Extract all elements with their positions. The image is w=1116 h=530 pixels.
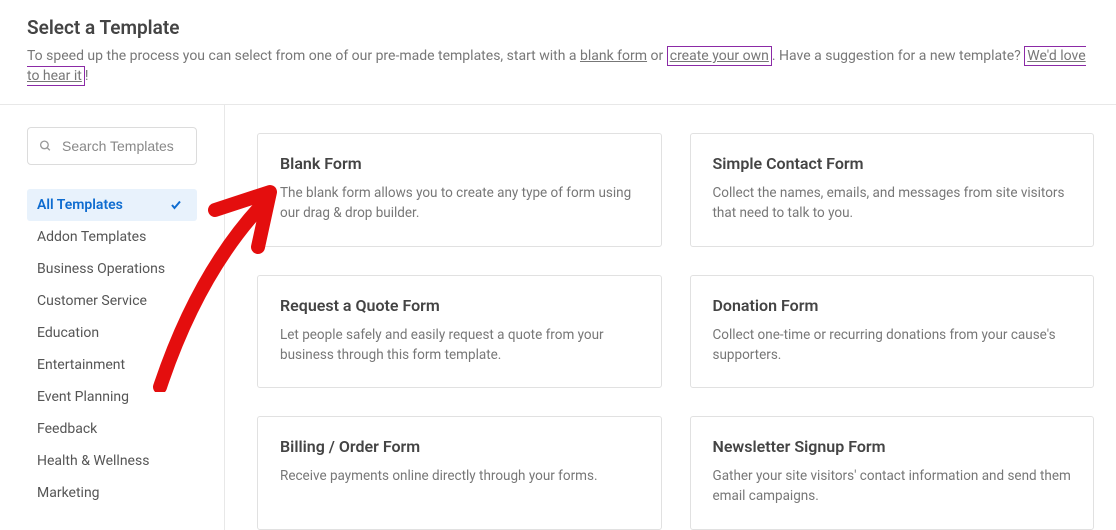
category-feedback[interactable]: Feedback <box>27 413 197 445</box>
category-label: Education <box>37 325 99 341</box>
category-health-wellness[interactable]: Health & Wellness <box>27 445 197 477</box>
template-card-simple-contact[interactable]: Simple Contact Form Collect the names, e… <box>690 133 1095 247</box>
card-desc: Gather your site visitors' contact infor… <box>713 466 1072 507</box>
templates-content: Blank Form The blank form allows you to … <box>225 105 1116 530</box>
category-label: Marketing <box>37 485 100 501</box>
category-label: Business Operations <box>37 261 165 277</box>
main-area: All Templates Addon Templates Business O… <box>0 105 1116 530</box>
category-label: Entertainment <box>37 357 125 373</box>
category-label: Customer Service <box>37 293 147 309</box>
card-desc: Receive payments online directly through… <box>280 466 639 486</box>
card-title: Newsletter Signup Form <box>713 437 1072 456</box>
category-addon-templates[interactable]: Addon Templates <box>27 221 197 253</box>
category-all-templates[interactable]: All Templates <box>27 189 197 221</box>
card-desc: Collect the names, emails, and messages … <box>713 183 1072 224</box>
category-marketing[interactable]: Marketing <box>27 477 197 509</box>
card-desc: Let people safely and easily request a q… <box>280 325 639 366</box>
template-card-blank-form[interactable]: Blank Form The blank form allows you to … <box>257 133 662 247</box>
blank-form-link[interactable]: blank form <box>580 48 647 64</box>
category-education[interactable]: Education <box>27 317 197 349</box>
search-input[interactable] <box>27 127 197 165</box>
intro-or: or <box>647 48 667 64</box>
category-customer-service[interactable]: Customer Service <box>27 285 197 317</box>
search-icon <box>39 140 52 153</box>
templates-grid: Blank Form The blank form allows you to … <box>257 133 1094 530</box>
card-title: Request a Quote Form <box>280 296 639 315</box>
category-event-planning[interactable]: Event Planning <box>27 381 197 413</box>
card-title: Blank Form <box>280 154 639 173</box>
sidebar: All Templates Addon Templates Business O… <box>0 105 225 530</box>
intro-suggestion: . Have a suggestion for a new template? <box>772 48 1024 64</box>
template-card-newsletter[interactable]: Newsletter Signup Form Gather your site … <box>690 416 1095 530</box>
page-title: Select a Template <box>27 16 1092 39</box>
card-title: Simple Contact Form <box>713 154 1072 173</box>
intro-end: ! <box>85 68 89 84</box>
template-card-donation[interactable]: Donation Form Collect one-time or recurr… <box>690 275 1095 389</box>
category-entertainment[interactable]: Entertainment <box>27 349 197 381</box>
check-icon <box>169 199 183 211</box>
card-desc: The blank form allows you to create any … <box>280 183 639 224</box>
template-card-billing-order[interactable]: Billing / Order Form Receive payments on… <box>257 416 662 530</box>
page-header: Select a Template To speed up the proces… <box>0 0 1116 105</box>
category-list: All Templates Addon Templates Business O… <box>27 189 197 509</box>
page-subtext: To speed up the process you can select f… <box>27 47 1092 86</box>
intro-prefix: To speed up the process you can select f… <box>27 48 580 64</box>
card-desc: Collect one-time or recurring donations … <box>713 325 1072 366</box>
card-title: Billing / Order Form <box>280 437 639 456</box>
create-your-own-link[interactable]: create your own <box>667 46 772 66</box>
card-title: Donation Form <box>713 296 1072 315</box>
category-label: All Templates <box>37 197 123 213</box>
template-card-request-quote[interactable]: Request a Quote Form Let people safely a… <box>257 275 662 389</box>
search-wrap <box>27 127 212 165</box>
category-business-operations[interactable]: Business Operations <box>27 253 197 285</box>
category-label: Health & Wellness <box>37 453 149 469</box>
category-label: Feedback <box>37 421 97 437</box>
category-label: Event Planning <box>37 389 129 405</box>
category-label: Addon Templates <box>37 229 146 245</box>
